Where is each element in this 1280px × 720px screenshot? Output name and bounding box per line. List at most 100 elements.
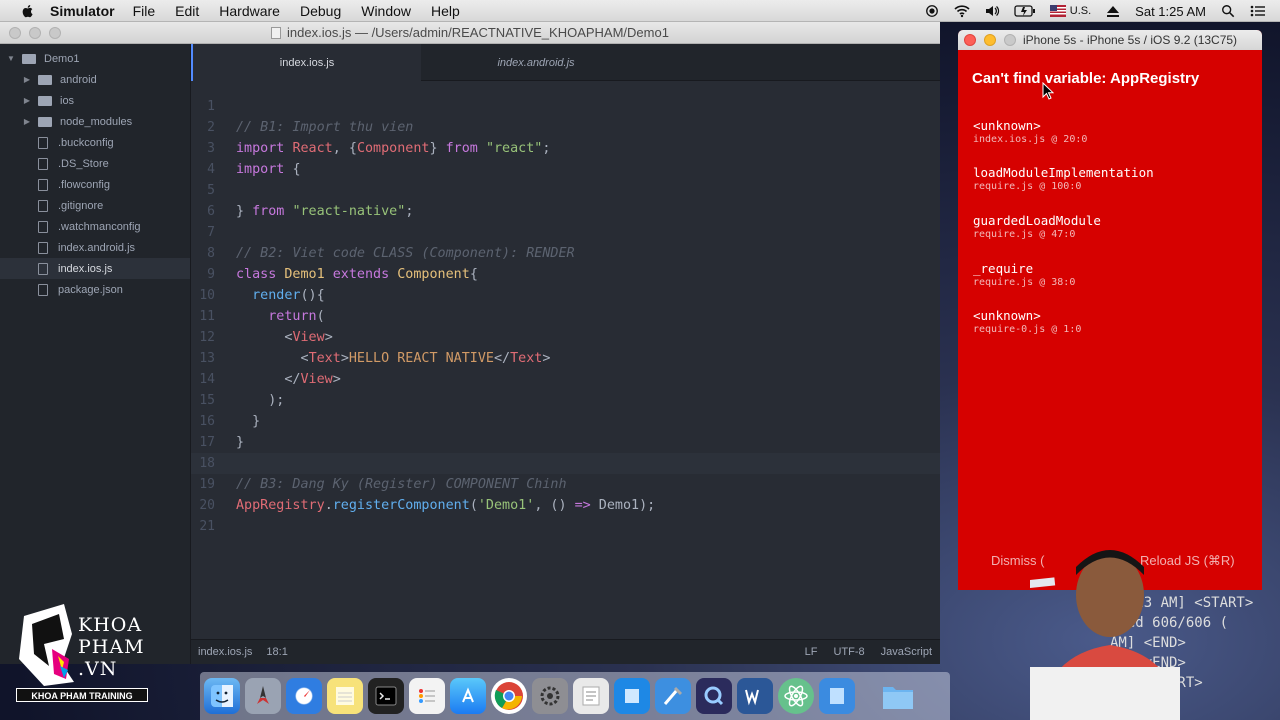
code-line[interactable]: 12 <View>: [191, 327, 940, 348]
tree-file-flowconfig[interactable]: .flowconfig: [0, 174, 190, 195]
notes-icon[interactable]: [327, 678, 363, 714]
finder-icon[interactable]: [204, 678, 240, 714]
textedit-icon[interactable]: [573, 678, 609, 714]
eject-icon[interactable]: [1105, 4, 1121, 18]
code-line[interactable]: 13 <Text>HELLO REACT NATIVE</Text>: [191, 348, 940, 369]
tree-file-package-json[interactable]: package.json: [0, 279, 190, 300]
line-number[interactable]: 12: [191, 330, 215, 345]
preview-icon[interactable]: [614, 678, 650, 714]
line-number[interactable]: 5: [191, 183, 215, 198]
menu-debug[interactable]: Debug: [300, 3, 341, 19]
line-number[interactable]: 10: [191, 288, 215, 303]
line-number[interactable]: 9: [191, 267, 215, 282]
launchpad-icon[interactable]: [245, 678, 281, 714]
line-number[interactable]: 6: [191, 204, 215, 219]
status-encoding[interactable]: UTF-8: [833, 646, 864, 658]
line-number[interactable]: 4: [191, 162, 215, 177]
line-number[interactable]: 14: [191, 372, 215, 387]
safari-icon[interactable]: [286, 678, 322, 714]
line-number[interactable]: 20: [191, 498, 215, 513]
line-number[interactable]: 17: [191, 435, 215, 450]
stack-frame[interactable]: _require require.js @ 38:0: [973, 261, 1075, 288]
code-editor[interactable]: 1 2// B1: Import thu vien 3 import React, {…: [191, 81, 940, 639]
code-line[interactable]: 11 return(: [191, 306, 940, 327]
tab-index-android[interactable]: index.android.js: [421, 44, 651, 81]
apple-menu-icon[interactable]: [20, 3, 36, 19]
atom-title-bar[interactable]: index.ios.js — /Users/admin/REACTNATIVE_…: [0, 22, 940, 44]
code-line[interactable]: 8 // B2: Viet code CLASS (Component): REN…: [191, 243, 940, 264]
line-number[interactable]: 2: [191, 120, 215, 135]
close-button[interactable]: [964, 34, 976, 46]
tree-file-watchmanconfig[interactable]: .watchmanconfig: [0, 216, 190, 237]
zoom-button[interactable]: [49, 27, 61, 39]
code-line[interactable]: 6} from "react-native";: [191, 201, 940, 222]
simulator-icon[interactable]: [819, 678, 855, 714]
code-line[interactable]: 10 render(){: [191, 285, 940, 306]
line-number[interactable]: 16: [191, 414, 215, 429]
line-number[interactable]: 3: [191, 141, 215, 156]
code-line[interactable]: 15 );: [191, 390, 940, 411]
system-preferences-icon[interactable]: [532, 678, 568, 714]
xcode-icon[interactable]: [655, 678, 691, 714]
tab-index-ios[interactable]: index.ios.js: [191, 44, 421, 81]
line-number[interactable]: 19: [191, 477, 215, 492]
input-source[interactable]: U.S.: [1070, 5, 1091, 17]
line-number[interactable]: 8: [191, 246, 215, 261]
stack-frame[interactable]: <unknown> index.ios.js @ 20:0: [973, 118, 1087, 145]
code-line[interactable]: 4 import {: [191, 159, 940, 180]
menu-help[interactable]: Help: [431, 3, 460, 19]
terminal-icon[interactable]: [368, 678, 404, 714]
status-grammar[interactable]: JavaScript: [881, 646, 932, 658]
code-line[interactable]: 7: [191, 222, 940, 243]
line-number[interactable]: 18: [191, 456, 215, 471]
atom-icon[interactable]: [778, 678, 814, 714]
zoom-button[interactable]: [1004, 34, 1016, 46]
tree-file-buckconfig[interactable]: .buckconfig: [0, 132, 190, 153]
code-line[interactable]: 5: [191, 180, 940, 201]
code-line[interactable]: 14 </View>: [191, 369, 940, 390]
line-number[interactable]: 13: [191, 351, 215, 366]
line-number[interactable]: 7: [191, 225, 215, 240]
tree-folder-node-modules[interactable]: ▶ node_modules: [0, 111, 190, 132]
line-number[interactable]: 1: [191, 99, 215, 114]
status-cursor-position[interactable]: 18:1: [266, 646, 287, 658]
code-line[interactable]: 17}: [191, 432, 940, 453]
tree-file-index-ios[interactable]: index.ios.js: [0, 258, 190, 279]
chrome-icon[interactable]: [491, 678, 527, 714]
line-number[interactable]: 15: [191, 393, 215, 408]
downloads-folder-icon[interactable]: [880, 678, 916, 714]
status-file[interactable]: index.ios.js: [198, 646, 252, 658]
menu-hardware[interactable]: Hardware: [219, 3, 280, 19]
simulator-title-bar[interactable]: iPhone 5s - iPhone 5s / iOS 9.2 (13C75): [958, 30, 1262, 50]
minimize-button[interactable]: [984, 34, 996, 46]
menu-edit[interactable]: Edit: [175, 3, 199, 19]
code-line[interactable]: 16 }: [191, 411, 940, 432]
code-line[interactable]: 3 import React, {Component} from "react";: [191, 138, 940, 159]
word-icon[interactable]: [737, 678, 773, 714]
stack-frame[interactable]: guardedLoadModule require.js @ 47:0: [973, 213, 1101, 240]
code-line[interactable]: 18: [191, 453, 940, 474]
app-store-icon[interactable]: [450, 678, 486, 714]
code-line[interactable]: 19 // B3: Dang Ky (Register) COMPONENT Ch…: [191, 474, 940, 495]
tree-file-index-android[interactable]: index.android.js: [0, 237, 190, 258]
status-line-ending[interactable]: LF: [805, 646, 818, 658]
record-icon[interactable]: [924, 4, 940, 18]
code-line[interactable]: 2 // B1: Import thu vien: [191, 117, 940, 138]
notification-center-icon[interactable]: [1250, 4, 1266, 18]
code-line[interactable]: 21: [191, 516, 940, 537]
volume-icon[interactable]: [984, 4, 1000, 18]
menu-window[interactable]: Window: [361, 3, 411, 19]
line-number[interactable]: 11: [191, 309, 215, 324]
wifi-icon[interactable]: [954, 4, 970, 18]
code-line[interactable]: 20 AppRegistry.registerComponent('Demo1',…: [191, 495, 940, 516]
tree-folder-ios[interactable]: ▶ ios: [0, 90, 190, 111]
tree-file-ds-store[interactable]: .DS_Store: [0, 153, 190, 174]
line-number[interactable]: 21: [191, 519, 215, 534]
code-line[interactable]: 9 class Demo1 extends Component{: [191, 264, 940, 285]
code-line[interactable]: 1: [191, 96, 940, 117]
tree-folder-android[interactable]: ▶ android: [0, 69, 190, 90]
reminders-icon[interactable]: [409, 678, 445, 714]
spotlight-search-icon[interactable]: [1220, 4, 1236, 18]
close-button[interactable]: [9, 27, 21, 39]
quicktime-icon[interactable]: [696, 678, 732, 714]
